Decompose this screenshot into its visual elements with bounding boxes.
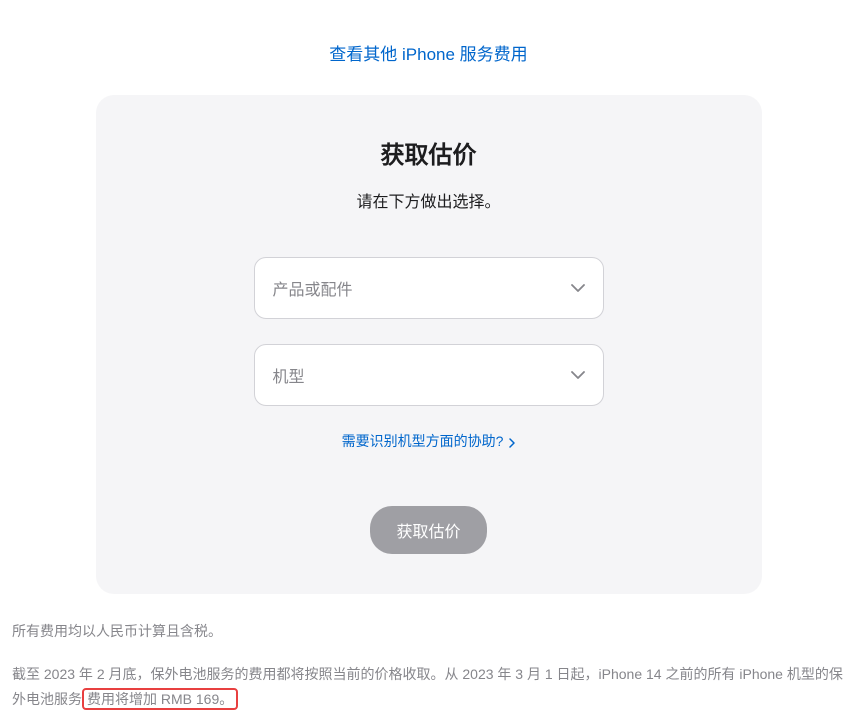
product-placeholder: 产品或配件: [273, 276, 353, 300]
help-link[interactable]: 需要识别机型方面的协助?: [342, 433, 516, 449]
card-subtitle: 请在下方做出选择。: [156, 188, 702, 212]
chevron-right-icon: [509, 435, 515, 449]
submit-wrapper: 获取估价: [156, 506, 702, 554]
footer-line2: 截至 2023 年 2 月底，保外电池服务的费用都将按照当前的价格收取。从 20…: [12, 662, 845, 712]
help-link-container: 需要识别机型方面的协助?: [156, 431, 702, 451]
other-service-link[interactable]: 查看其他 iPhone 服务费用: [329, 45, 527, 64]
top-link-container: 查看其他 iPhone 服务费用: [0, 0, 857, 95]
model-placeholder: 机型: [273, 363, 305, 387]
help-link-label: 需要识别机型方面的协助?: [342, 433, 504, 449]
model-select-wrapper: 机型: [254, 344, 604, 406]
chevron-down-icon: [571, 371, 585, 379]
footer-line1: 所有费用均以人民币计算且含税。: [12, 619, 845, 644]
model-select[interactable]: 机型: [254, 344, 604, 406]
footer-text: 所有费用均以人民币计算且含税。 截至 2023 年 2 月底，保外电池服务的费用…: [0, 594, 857, 713]
get-estimate-button[interactable]: 获取估价: [370, 506, 486, 554]
estimate-card: 获取估价 请在下方做出选择。 产品或配件 机型 需要识别机型方面的协助?: [96, 95, 762, 594]
product-select-wrapper: 产品或配件: [254, 257, 604, 319]
footer-highlight: 费用将增加 RMB 169。: [82, 688, 238, 710]
card-title: 获取估价: [156, 135, 702, 170]
chevron-down-icon: [571, 284, 585, 292]
product-select[interactable]: 产品或配件: [254, 257, 604, 319]
